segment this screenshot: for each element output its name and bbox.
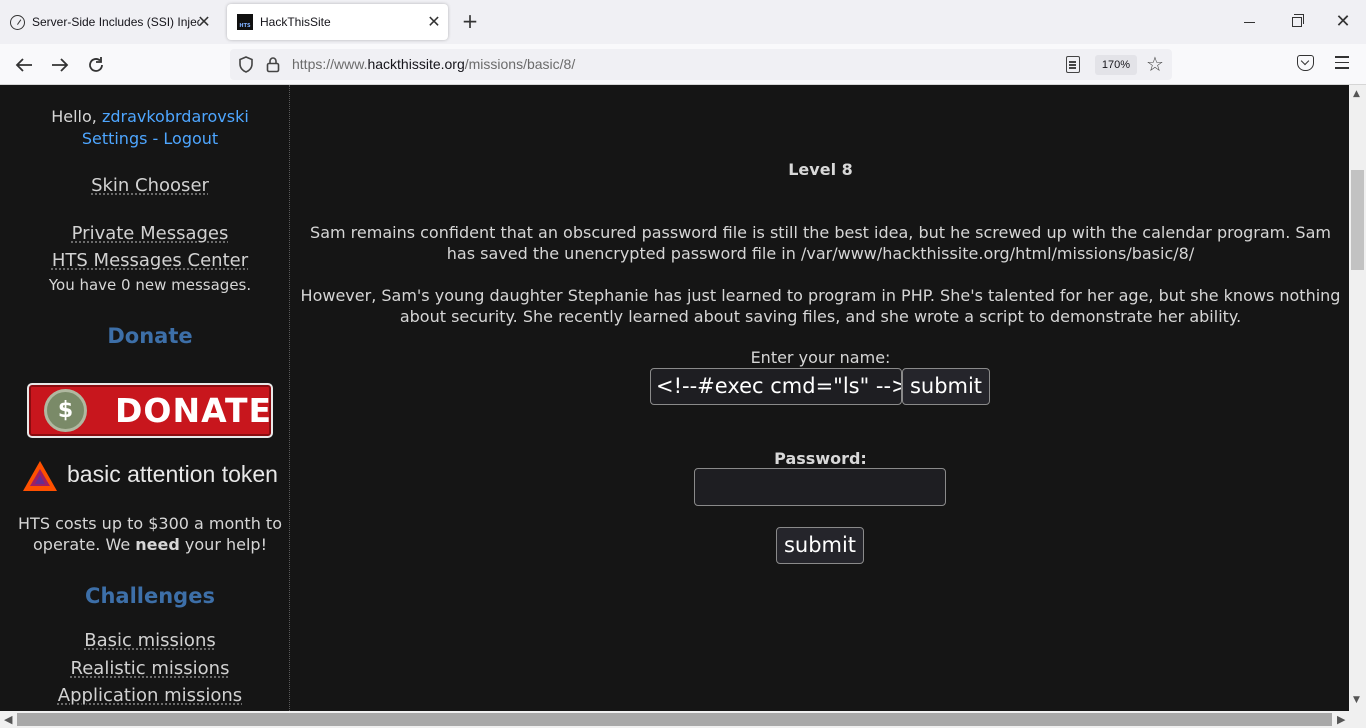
costs-text-bold: need (135, 535, 180, 554)
challenges-heading: Challenges (85, 584, 215, 608)
url-prefix: https://www. (292, 56, 368, 72)
url-text[interactable]: https://www.hackthissite.org/missions/ba… (292, 56, 575, 72)
page-content: Hello, zdravkobrdarovski Settings - Logo… (0, 85, 1349, 711)
zoom-level[interactable]: 170% (1095, 55, 1137, 75)
vertical-scrollbar[interactable]: ▲ ▼ (1349, 85, 1366, 711)
skin-chooser-link[interactable]: Skin Chooser (91, 175, 209, 196)
realistic-missions-link[interactable]: Realistic missions (71, 658, 230, 679)
greeting: Hello, zdravkobrdarovski (0, 107, 300, 126)
donate-heading: Donate (107, 324, 193, 348)
scroll-down-icon[interactable]: ▼ (1353, 695, 1360, 705)
lock-icon[interactable] (266, 56, 280, 73)
settings-link[interactable]: Settings (82, 129, 148, 148)
scroll-up-icon[interactable]: ▲ (1353, 89, 1360, 99)
account-links: Settings - Logout (0, 129, 300, 148)
hts-costs-text: HTS costs up to $300 a month to operate.… (0, 513, 300, 555)
mission-description-2: However, Sam's young daughter Stephanie … (300, 286, 1341, 326)
tab-ssi-injection[interactable]: Server-Side Includes (SSI) Injection ✕ (8, 4, 218, 40)
bat-logo-icon[interactable] (22, 460, 58, 492)
donate-button-label: DONATE (115, 391, 273, 430)
url-host: hackthissite.org (367, 56, 465, 72)
horizontal-scroll-thumb[interactable] (17, 713, 1332, 726)
tab-title: HackThisSite (260, 15, 331, 29)
tab-title: Server-Side Includes (SSI) Injection (32, 15, 200, 29)
link-separator: - (147, 129, 164, 148)
password-input[interactable] (694, 468, 946, 506)
realistic-missions-wrap: Realistic missions (0, 658, 300, 679)
tab-hackthissite[interactable]: HTS HackThisSite ✕ (227, 4, 448, 40)
bat-link[interactable]: basic attention token (67, 461, 278, 488)
back-arrow-icon[interactable] (12, 53, 36, 77)
forward-arrow-icon[interactable] (48, 53, 72, 77)
level-title: Level 8 (788, 160, 853, 179)
application-missions-link[interactable]: Application missions (58, 685, 242, 706)
hts-messages-center-link[interactable]: HTS Messages Center (52, 250, 248, 271)
private-messages-wrap: Private Messages (0, 223, 300, 244)
close-icon[interactable]: ✕ (426, 14, 442, 31)
name-input[interactable]: <!--#exec cmd="ls" --> (650, 368, 902, 405)
logout-link[interactable]: Logout (163, 129, 218, 148)
close-icon[interactable]: ✕ (196, 14, 212, 31)
greeting-text: Hello, (51, 107, 102, 126)
name-label: Enter your name: (750, 348, 891, 367)
new-messages-count: You have 0 new messages. (48, 276, 252, 294)
bookmark-star-icon[interactable]: ☆ (1146, 52, 1164, 76)
hts-messages-wrap: HTS Messages Center (0, 250, 300, 271)
hamburger-menu-icon[interactable] (1335, 56, 1349, 70)
tab-bar: Server-Side Includes (SSI) Injection ✕ H… (0, 0, 1366, 44)
private-messages-link[interactable]: Private Messages (72, 223, 229, 244)
address-bar[interactable]: https://www.hackthissite.org/missions/ba… (230, 49, 1172, 80)
url-path: /missions/basic/8/ (464, 56, 576, 72)
dollar-coin-icon: $ (44, 389, 87, 432)
password-label: Password: (774, 449, 867, 468)
name-submit-button[interactable]: submit (902, 368, 990, 405)
skin-chooser-wrap: Skin Chooser (0, 175, 300, 196)
compass-icon (10, 14, 25, 30)
username-link[interactable]: zdravkobrdarovski (102, 107, 249, 126)
application-missions-wrap: Application missions (0, 685, 300, 706)
new-tab-icon[interactable]: + (460, 11, 480, 32)
basic-missions-wrap: Basic missions (0, 630, 300, 651)
restore-icon[interactable] (1287, 12, 1307, 32)
window-close-icon[interactable]: ✕ (1333, 12, 1353, 32)
hts-favicon-icon: HTS (237, 14, 253, 30)
main-content: Level 8 Sam remains confident that an ob… (292, 85, 1349, 711)
mission-description-1: Sam remains confident that an obscured p… (310, 223, 1331, 263)
basic-missions-link[interactable]: Basic missions (84, 630, 215, 651)
navigation-bar: https://www.hackthissite.org/missions/ba… (0, 44, 1366, 85)
minimize-icon[interactable] (1240, 12, 1260, 32)
scroll-left-icon[interactable]: ◀ (4, 713, 12, 726)
pocket-icon[interactable] (1297, 55, 1314, 71)
sidebar: Hello, zdravkobrdarovski Settings - Logo… (0, 85, 290, 711)
donate-button[interactable]: $ DONATE (27, 383, 273, 438)
scroll-right-icon[interactable]: ▶ (1337, 713, 1345, 726)
vertical-scroll-thumb[interactable] (1351, 170, 1364, 270)
shield-icon[interactable] (238, 56, 254, 73)
password-submit-button[interactable]: submit (776, 527, 864, 564)
name-form: <!--#exec cmd="ls" --> submit (650, 368, 990, 405)
horizontal-scrollbar[interactable]: ◀ ▶ (0, 711, 1366, 728)
reload-icon[interactable] (84, 53, 108, 77)
reader-view-icon[interactable] (1066, 56, 1080, 73)
costs-text-end: your help! (179, 535, 267, 554)
